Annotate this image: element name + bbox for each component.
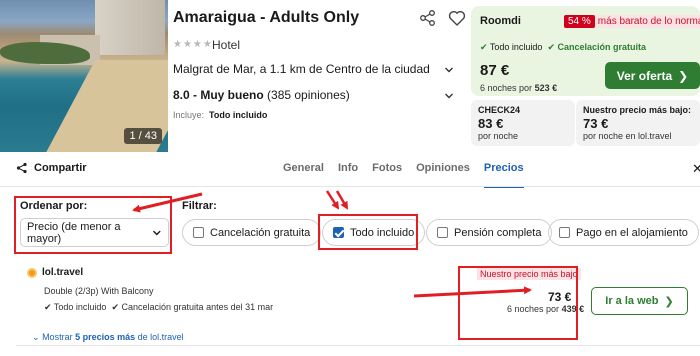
- view-offer-label: Ver oferta: [616, 68, 673, 83]
- tab-prices[interactable]: Precios: [483, 162, 524, 188]
- more-suffix: de lol.travel: [137, 332, 184, 342]
- checkbox[interactable]: [437, 227, 448, 238]
- check-icon: ✔: [44, 302, 52, 312]
- chevron-right-icon: ❯: [678, 68, 689, 83]
- mini-offer-name: CHECK24: [478, 105, 521, 115]
- share-icon: [16, 162, 27, 174]
- filter-free-cancellation[interactable]: Cancelación gratuita: [182, 219, 322, 246]
- filter-chip-label: Pago en el alojamiento: [576, 226, 688, 239]
- deal-provider-name: lol.travel: [42, 267, 84, 278]
- filter-chip-label: Pensión completa: [454, 226, 542, 239]
- includes-line: Incluye: Todo incluido: [173, 110, 267, 120]
- tab-general[interactable]: General: [283, 162, 324, 188]
- top-offer-card[interactable]: Roomdi 54 % más barato de lo normal ✔ Tod…: [471, 6, 700, 96]
- check-icon: ✔: [111, 302, 119, 312]
- mini-offer-lowest[interactable]: Nuestro precio más bajo: 73 € por noche …: [576, 100, 700, 146]
- offer-total-value: 523 €: [534, 83, 558, 93]
- chevron-down-icon[interactable]: [444, 65, 454, 75]
- chevron-down-icon[interactable]: [444, 91, 454, 101]
- share-icon[interactable]: [419, 9, 437, 27]
- detail-tabs: General Info Fotos Opiniones Precios: [283, 162, 538, 188]
- hotel-name[interactable]: Amaraigua - Adults Only: [173, 9, 359, 27]
- mini-offer-sub: por noche: [478, 131, 519, 141]
- filter-label: Filtrar:: [182, 200, 217, 212]
- more-count: 5 precios más: [75, 332, 136, 342]
- show-more-prices-link[interactable]: ⌄ Mostrar 5 precios más de lol.travel: [32, 332, 184, 343]
- go-to-site-button[interactable]: Ir a la web ❯: [591, 287, 688, 315]
- deal-provider: lol.travel: [27, 267, 83, 278]
- mini-offer-sub: por noche en lol.travel: [583, 131, 672, 141]
- photo-building: [95, 0, 165, 55]
- view-offer-button[interactable]: Ver oferta ❯: [605, 62, 700, 89]
- share-button[interactable]: Compartir: [16, 162, 87, 174]
- discount-text: más barato de lo normal: [597, 16, 700, 27]
- offer-price: 87 €: [480, 62, 510, 79]
- deal-feature-2: Cancelación gratuita antes del 31 mar: [121, 302, 274, 312]
- provider-logo-icon: [27, 267, 37, 278]
- includes-value: Todo incluido: [209, 110, 268, 120]
- tab-reviews[interactable]: Opiniones: [416, 162, 470, 188]
- filter-full-board[interactable]: Pensión completa: [426, 219, 553, 246]
- hotel-photo[interactable]: 1 / 43: [0, 0, 168, 152]
- includes-label: Incluye:: [173, 110, 205, 120]
- hotel-rating[interactable]: 8.0 - Muy bueno (385 opiniones): [173, 88, 350, 102]
- offer-total-prefix: 6 noches por: [480, 83, 533, 93]
- deal-room: Double (2/3p) With Balcony: [44, 286, 154, 296]
- annotation-box-filter: [318, 214, 418, 250]
- discount-badge: 54 % más barato de lo normal: [564, 15, 700, 28]
- checkbox[interactable]: [559, 227, 570, 238]
- divider: [0, 186, 700, 187]
- hotel-type: Hotel: [212, 38, 241, 52]
- offer-feature-2: Cancelación gratuita: [557, 42, 647, 52]
- rating-score: 8.0 - Muy bueno: [173, 88, 264, 102]
- tab-info[interactable]: Info: [338, 162, 358, 188]
- hotel-location[interactable]: Malgrat de Mar, a 1.1 km de Centro de la…: [173, 62, 430, 76]
- offer-total: 6 noches por 523 €: [480, 83, 557, 93]
- check-icon: ✔: [480, 42, 488, 52]
- photo-counter: 1 / 43: [124, 128, 162, 144]
- offer-feature-1: Todo incluido: [489, 42, 543, 52]
- discount-percent: 54 %: [564, 15, 595, 28]
- more-prefix: Mostrar: [42, 332, 73, 342]
- filter-chip-label: Cancelación gratuita: [210, 226, 311, 239]
- heart-icon[interactable]: [447, 8, 467, 28]
- mini-offer-price: 83 €: [478, 116, 504, 131]
- offer-provider: Roomdi: [480, 15, 521, 27]
- offer-features: ✔ Todo incluido ✔ Cancelación gratuita: [480, 42, 646, 53]
- mini-offer-check24[interactable]: CHECK24 83 € por noche: [471, 100, 575, 146]
- chevron-right-icon: ❯: [664, 295, 674, 308]
- chevron-down-icon: ⌄: [32, 332, 40, 342]
- close-icon[interactable]: ✕: [692, 161, 700, 177]
- deal-feature-1: Todo incluido: [53, 302, 107, 312]
- mini-offer-name: Nuestro precio más bajo:: [583, 105, 692, 115]
- go-to-site-label: Ir a la web: [605, 295, 659, 307]
- tab-photos[interactable]: Fotos: [372, 162, 402, 188]
- annotation-box-sort: [14, 196, 172, 254]
- check-icon: ✔: [547, 42, 555, 52]
- annotation-arrow-filter-1: [325, 190, 340, 210]
- filter-pay-at-property[interactable]: Pago en el alojamiento: [548, 219, 699, 246]
- annotation-box-price: [458, 266, 578, 340]
- star-rating: ★★★★: [173, 39, 213, 50]
- deal-row[interactable]: lol.travel Double (2/3p) With Balcony ✔ …: [16, 262, 700, 346]
- deal-features: ✔ Todo incluido ✔ Cancelación gratuita a…: [44, 302, 273, 313]
- rating-count: (385 opiniones): [267, 88, 350, 102]
- annotation-arrow-filter-2: [335, 190, 349, 210]
- mini-offer-price: 73 €: [583, 116, 609, 131]
- checkbox[interactable]: [193, 227, 204, 238]
- share-label: Compartir: [34, 162, 87, 174]
